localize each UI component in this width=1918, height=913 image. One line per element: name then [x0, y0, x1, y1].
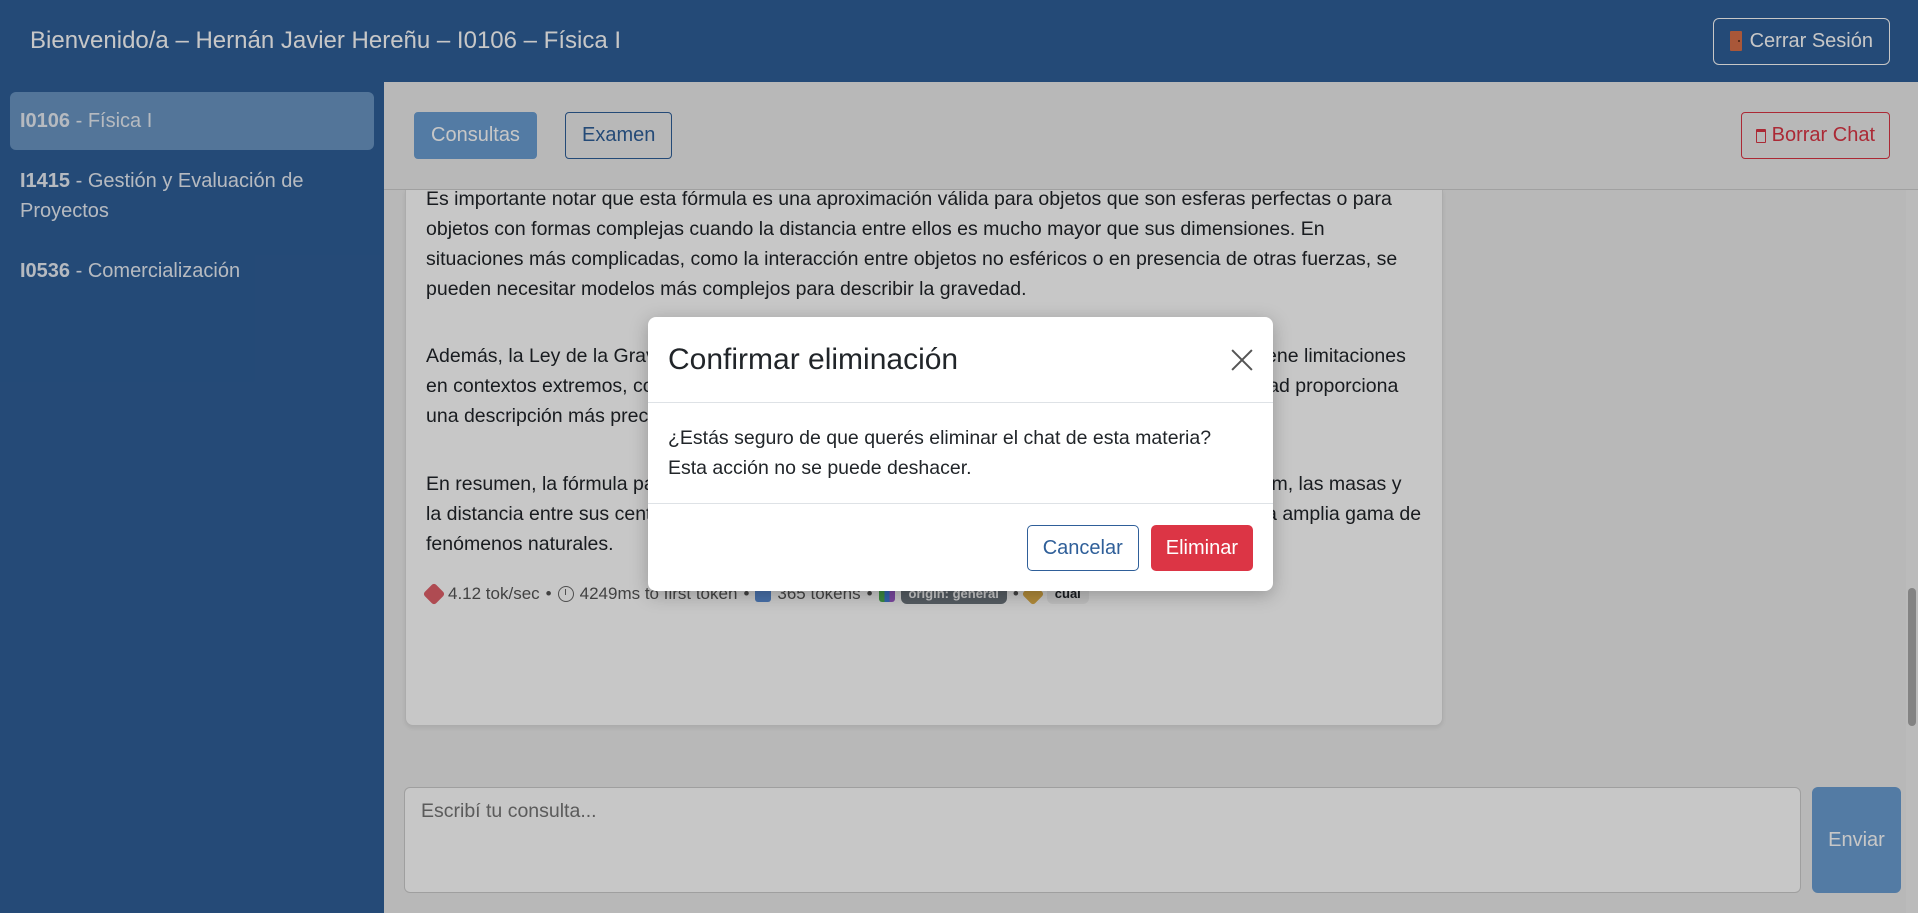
close-icon[interactable] [1231, 349, 1253, 371]
confirm-delete-dialog: Confirmar eliminación ¿Estás seguro de q… [648, 317, 1273, 591]
dialog-body: ¿Estás seguro de que querés eliminar el … [648, 403, 1273, 504]
cancel-button[interactable]: Cancelar [1026, 524, 1139, 571]
dialog-header: Confirmar eliminación [648, 317, 1273, 403]
delete-button[interactable]: Eliminar [1150, 524, 1253, 571]
dialog-title: Confirmar eliminación [668, 342, 959, 376]
dialog-warning: Esta acción no se puede deshacer. [668, 457, 972, 479]
dialog-footer: Cancelar Eliminar [648, 504, 1273, 591]
dialog-question: ¿Estás seguro de que querés eliminar el … [668, 427, 1212, 449]
